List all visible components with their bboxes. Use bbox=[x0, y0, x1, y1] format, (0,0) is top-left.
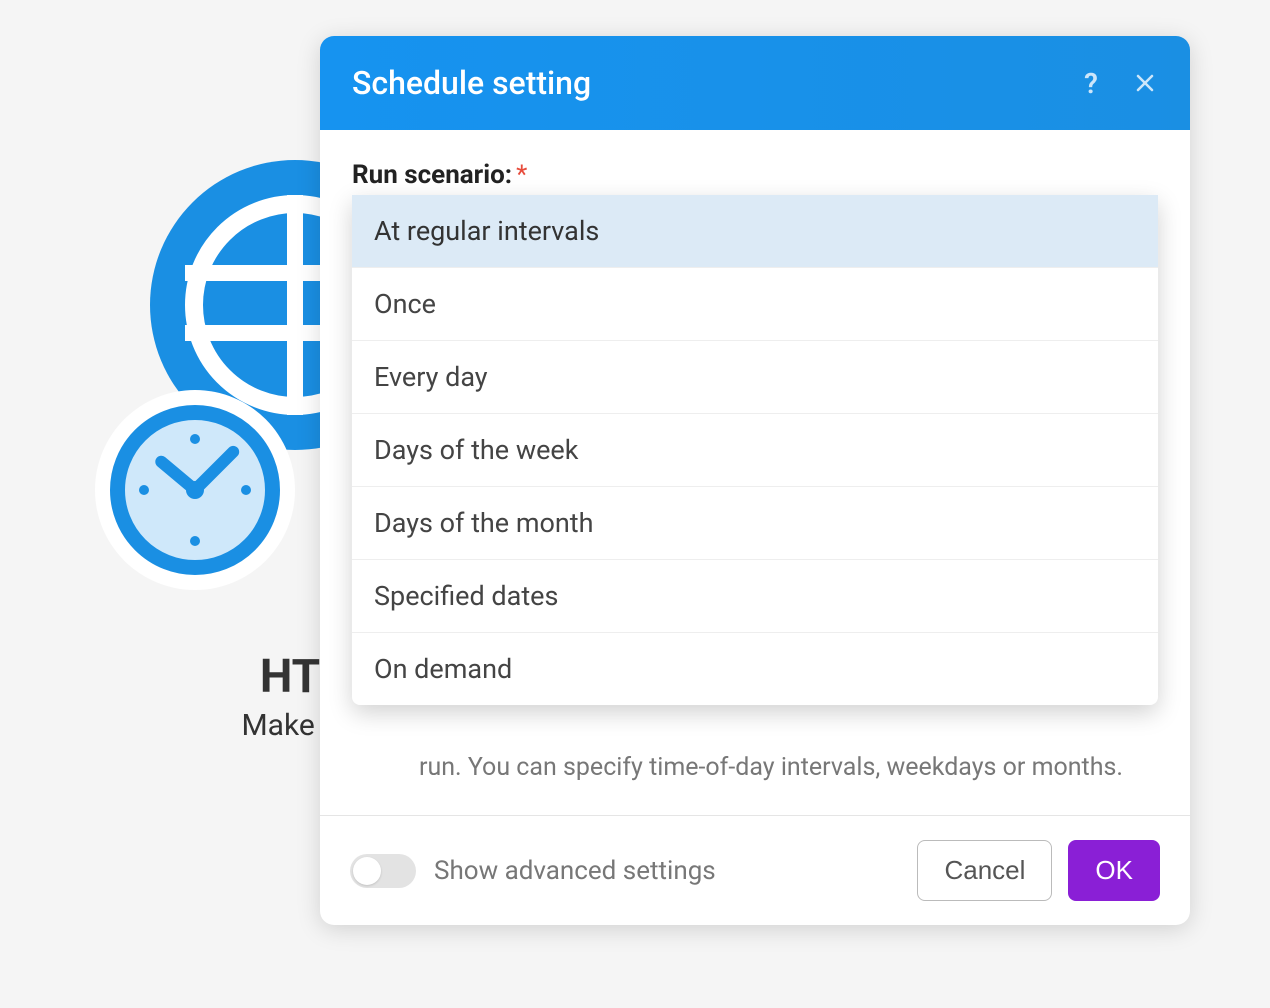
close-icon[interactable] bbox=[1132, 70, 1158, 96]
modal-footer: Show advanced settings Cancel OK bbox=[320, 815, 1190, 925]
dropdown-option[interactable]: On demand bbox=[352, 633, 1158, 705]
schedule-setting-modal: Schedule setting ? Run scenario:* At reg… bbox=[320, 36, 1190, 925]
advanced-settings-toggle[interactable] bbox=[350, 854, 416, 888]
modal-body: Run scenario:* At regular intervals At r… bbox=[320, 130, 1190, 815]
dropdown-option[interactable]: Every day bbox=[352, 341, 1158, 414]
dropdown-option[interactable]: At regular intervals bbox=[352, 195, 1158, 268]
dropdown-option[interactable]: Days of the week bbox=[352, 414, 1158, 487]
run-scenario-label: Run scenario:* bbox=[352, 160, 1158, 190]
required-marker: * bbox=[516, 160, 527, 190]
modal-title: Schedule setting bbox=[352, 64, 591, 102]
dropdown-option[interactable]: Specified dates bbox=[352, 560, 1158, 633]
advanced-settings-label: Show advanced settings bbox=[434, 856, 716, 886]
ok-button[interactable]: OK bbox=[1068, 840, 1160, 901]
cancel-button[interactable]: Cancel bbox=[917, 840, 1052, 901]
help-icon[interactable]: ? bbox=[1078, 70, 1104, 96]
run-scenario-dropdown: At regular intervalsOnceEvery dayDays of… bbox=[352, 195, 1158, 705]
dropdown-option[interactable]: Once bbox=[352, 268, 1158, 341]
schedule-hint-text: run. You can specify time-of-day interva… bbox=[352, 750, 1158, 815]
dropdown-option[interactable]: Days of the month bbox=[352, 487, 1158, 560]
modal-header: Schedule setting ? bbox=[320, 36, 1190, 130]
clock-icon bbox=[95, 390, 295, 590]
